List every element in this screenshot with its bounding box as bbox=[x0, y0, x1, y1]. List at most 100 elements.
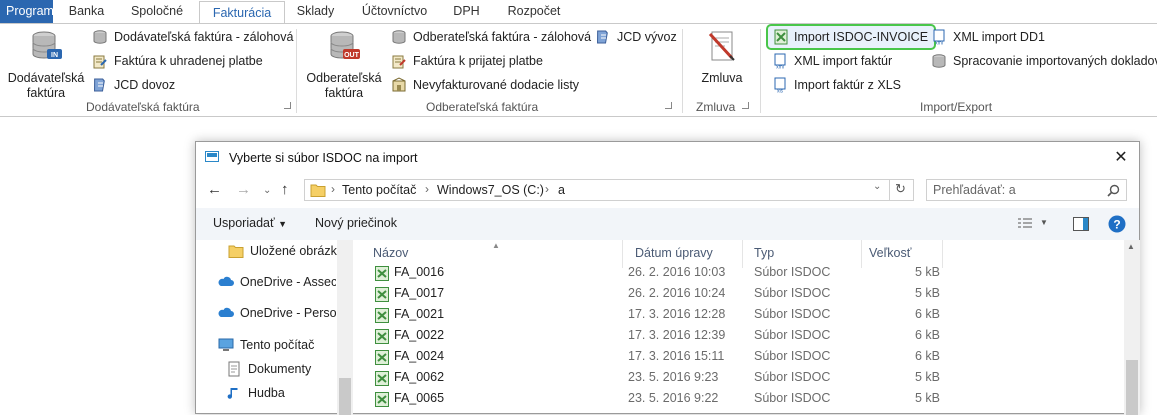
computer-icon bbox=[218, 338, 234, 351]
invoice-icon bbox=[93, 30, 107, 44]
tab-fakturacia[interactable]: Fakturácia bbox=[199, 1, 285, 24]
file-list: Názov ▲ Dátum úpravy Typ Veľkosť FA_0016… bbox=[362, 240, 1124, 415]
breadcrumb-folder[interactable]: a bbox=[558, 183, 565, 197]
back-arrow-icon[interactable]: ← bbox=[207, 181, 222, 198]
address-dropdown-icon[interactable]: ⌄ bbox=[873, 181, 881, 192]
nav-item-ulozene-obrazky[interactable]: Uložené obrázky bbox=[228, 240, 338, 262]
xml-icon: xml bbox=[774, 53, 786, 69]
nav-item-dokumenty[interactable]: Dokumenty bbox=[226, 358, 336, 380]
import-faktur-z-xls-button[interactable]: xls Import faktúr z XLS bbox=[770, 75, 901, 95]
help-icon[interactable]: ? bbox=[1108, 215, 1126, 233]
breadcrumb-tento-pocitac[interactable]: Tento počítač bbox=[342, 183, 416, 197]
group-launcher-zmluva[interactable] bbox=[742, 102, 749, 109]
faktura-k-uhradenej-platbe-button[interactable]: Faktúra k uhradenej platbe bbox=[90, 51, 263, 71]
svg-text:OUT: OUT bbox=[344, 52, 360, 59]
tab-banka[interactable]: Banka bbox=[53, 0, 120, 23]
import-isdoc-invoice-button[interactable]: Import ISDOC-INVOICE bbox=[766, 24, 937, 50]
dodavatelska-faktura-button[interactable]: IN Dodávateľská faktúra bbox=[6, 28, 86, 101]
file-row[interactable]: FA_0016 26. 2. 2016 10:03 Súbor ISDOC 5 … bbox=[362, 263, 942, 284]
file-row[interactable]: FA_0024 17. 3. 2016 15:11 Súbor ISDOC 6 … bbox=[362, 347, 942, 368]
nav-item-onedrive-asseco[interactable]: OneDrive - Assecc bbox=[218, 271, 336, 293]
forward-arrow-icon[interactable]: → bbox=[236, 181, 251, 198]
xml-import-faktur-button[interactable]: xml XML import faktúr bbox=[770, 51, 892, 71]
column-divider[interactable] bbox=[942, 240, 943, 268]
ribbon-divider bbox=[760, 29, 761, 113]
navigation-scrollbar[interactable] bbox=[337, 240, 353, 415]
payment-icon bbox=[392, 55, 406, 69]
file-open-dialog: Vyberte si súbor ISDOC na import ✕ ← → ⌄… bbox=[195, 141, 1140, 415]
sort-ascending-icon: ▲ bbox=[492, 241, 500, 250]
odberatelska-zalohova-button[interactable]: Odberateľská faktúra - zálohová bbox=[389, 27, 591, 47]
column-header-size[interactable]: Veľkosť bbox=[869, 246, 911, 260]
jcd-dovoz-label: JCD dovoz bbox=[114, 78, 176, 92]
xml-import-dd1-button[interactable]: xml XML import DD1 bbox=[929, 27, 1045, 47]
file-type: Súbor ISDOC bbox=[754, 307, 831, 321]
group-launcher-odberatelska[interactable] bbox=[665, 102, 672, 109]
breadcrumb-drive[interactable]: Windows7_OS (C:) bbox=[437, 183, 544, 197]
tab-spolocne[interactable]: Spoločné bbox=[120, 0, 194, 23]
scroll-up-icon[interactable]: ▲ bbox=[1127, 242, 1135, 251]
tab-uctovnictvo[interactable]: Účtovníctvo bbox=[353, 0, 436, 23]
nav-item-hudba[interactable]: Hudba bbox=[226, 382, 336, 404]
nevyfakturovane-dodacie-listy-button[interactable]: Nevyfakturované dodacie listy bbox=[389, 75, 579, 95]
jcd-dovoz-button[interactable]: JCD dovoz bbox=[90, 75, 175, 95]
new-folder-button[interactable]: Nový priečinok bbox=[315, 216, 397, 230]
file-type: Súbor ISDOC bbox=[754, 391, 831, 405]
scrollbar-thumb[interactable] bbox=[339, 378, 351, 415]
file-row[interactable]: FA_0065 23. 5. 2016 9:22 Súbor ISDOC 5 k… bbox=[362, 389, 942, 410]
zmluva-button[interactable]: Zmluva bbox=[694, 28, 750, 86]
breadcrumb-separator-icon: › bbox=[545, 182, 549, 196]
jcd-vyvoz-button[interactable]: JCD vývoz bbox=[593, 27, 677, 47]
file-type: Súbor ISDOC bbox=[754, 370, 831, 384]
nav-item-tento-pocitac[interactable]: Tento počítač bbox=[218, 334, 336, 356]
tab-rozpocet[interactable]: Rozpočet bbox=[498, 0, 570, 23]
file-name: FA_0062 bbox=[394, 370, 445, 384]
ribbon-divider bbox=[682, 29, 683, 113]
database-out-icon: OUT bbox=[330, 31, 360, 59]
file-row[interactable]: FA_0021 17. 3. 2016 12:28 Súbor ISDOC 6 … bbox=[362, 305, 942, 326]
file-row[interactable]: FA_0022 17. 3. 2016 12:39 Súbor ISDOC 6 … bbox=[362, 326, 942, 347]
dodavatelska-faktura-label-2: faktúra bbox=[26, 86, 66, 100]
command-bar: Usporiadať ▼ Nový priečinok ▼ ? bbox=[196, 208, 1139, 240]
file-date: 23. 5. 2016 9:23 bbox=[628, 370, 719, 384]
address-row: ← → ⌄ ↑ › Tento počítač › Windows7_OS (C… bbox=[196, 176, 1139, 204]
view-options-icon[interactable] bbox=[1017, 217, 1033, 231]
up-arrow-icon[interactable]: ↑ bbox=[281, 181, 289, 198]
tab-program[interactable]: Program bbox=[0, 0, 54, 23]
file-size: 6 kB bbox=[914, 328, 940, 342]
file-row[interactable]: FA_0017 26. 2. 2016 10:24 Súbor ISDOC 5 … bbox=[362, 284, 942, 305]
view-dropdown-icon[interactable]: ▼ bbox=[1040, 218, 1048, 227]
odberatelska-zalohova-label: Odberateľská faktúra - zálohová bbox=[413, 30, 592, 44]
faktura-k-prijatej-platbe-button[interactable]: Faktúra k prijatej platbe bbox=[389, 51, 543, 71]
refresh-icon[interactable]: ↻ bbox=[895, 181, 906, 197]
spracovanie-importovanych-dokladov-button[interactable]: Spracovanie importovaných dokladov bbox=[929, 51, 1157, 71]
file-row[interactable]: FA_0062 23. 5. 2016 9:23 Súbor ISDOC 5 k… bbox=[362, 368, 942, 389]
nav-label: Hudba bbox=[248, 386, 285, 400]
nav-item-onedrive-personal[interactable]: OneDrive - Persor bbox=[218, 302, 336, 324]
isdoc-file-icon bbox=[375, 308, 389, 323]
odberatelska-faktura-label-2: faktúra bbox=[324, 86, 364, 100]
address-bar[interactable]: › Tento počítač › Windows7_OS (C:) › a ⌄… bbox=[304, 179, 914, 201]
column-header-name[interactable]: Názov bbox=[373, 246, 408, 260]
close-icon[interactable]: ✕ bbox=[1109, 147, 1133, 169]
dodavatelska-zalohova-button[interactable]: Dodávateľská faktúra - zálohová bbox=[90, 27, 293, 47]
ribbon-divider bbox=[296, 29, 297, 113]
organize-dropdown-icon: ▼ bbox=[278, 219, 288, 229]
xml-import-dd1-label: XML import DD1 bbox=[953, 30, 1045, 44]
recent-locations-chevron-icon[interactable]: ⌄ bbox=[263, 185, 271, 196]
search-icon[interactable] bbox=[1107, 184, 1120, 197]
column-header-date[interactable]: Dátum úpravy bbox=[635, 246, 713, 260]
file-list-scrollbar[interactable]: ▲ bbox=[1124, 240, 1140, 415]
preview-pane-icon[interactable] bbox=[1073, 217, 1089, 231]
tab-sklady[interactable]: Sklady bbox=[288, 0, 343, 23]
column-header-type[interactable]: Typ bbox=[754, 246, 774, 260]
folder-icon bbox=[228, 245, 244, 258]
file-size: 5 kB bbox=[914, 286, 940, 300]
odberatelska-faktura-button[interactable]: OUT Odberateľská faktúra bbox=[304, 28, 384, 101]
tab-dph[interactable]: DPH bbox=[444, 0, 489, 23]
organize-button[interactable]: Usporiadať ▼ bbox=[213, 216, 287, 230]
jcd-icon bbox=[94, 78, 105, 92]
scrollbar-thumb[interactable] bbox=[1126, 360, 1138, 415]
search-input[interactable]: Prehľadávať: a bbox=[926, 179, 1127, 201]
group-launcher-dodavatelska[interactable] bbox=[284, 102, 291, 109]
